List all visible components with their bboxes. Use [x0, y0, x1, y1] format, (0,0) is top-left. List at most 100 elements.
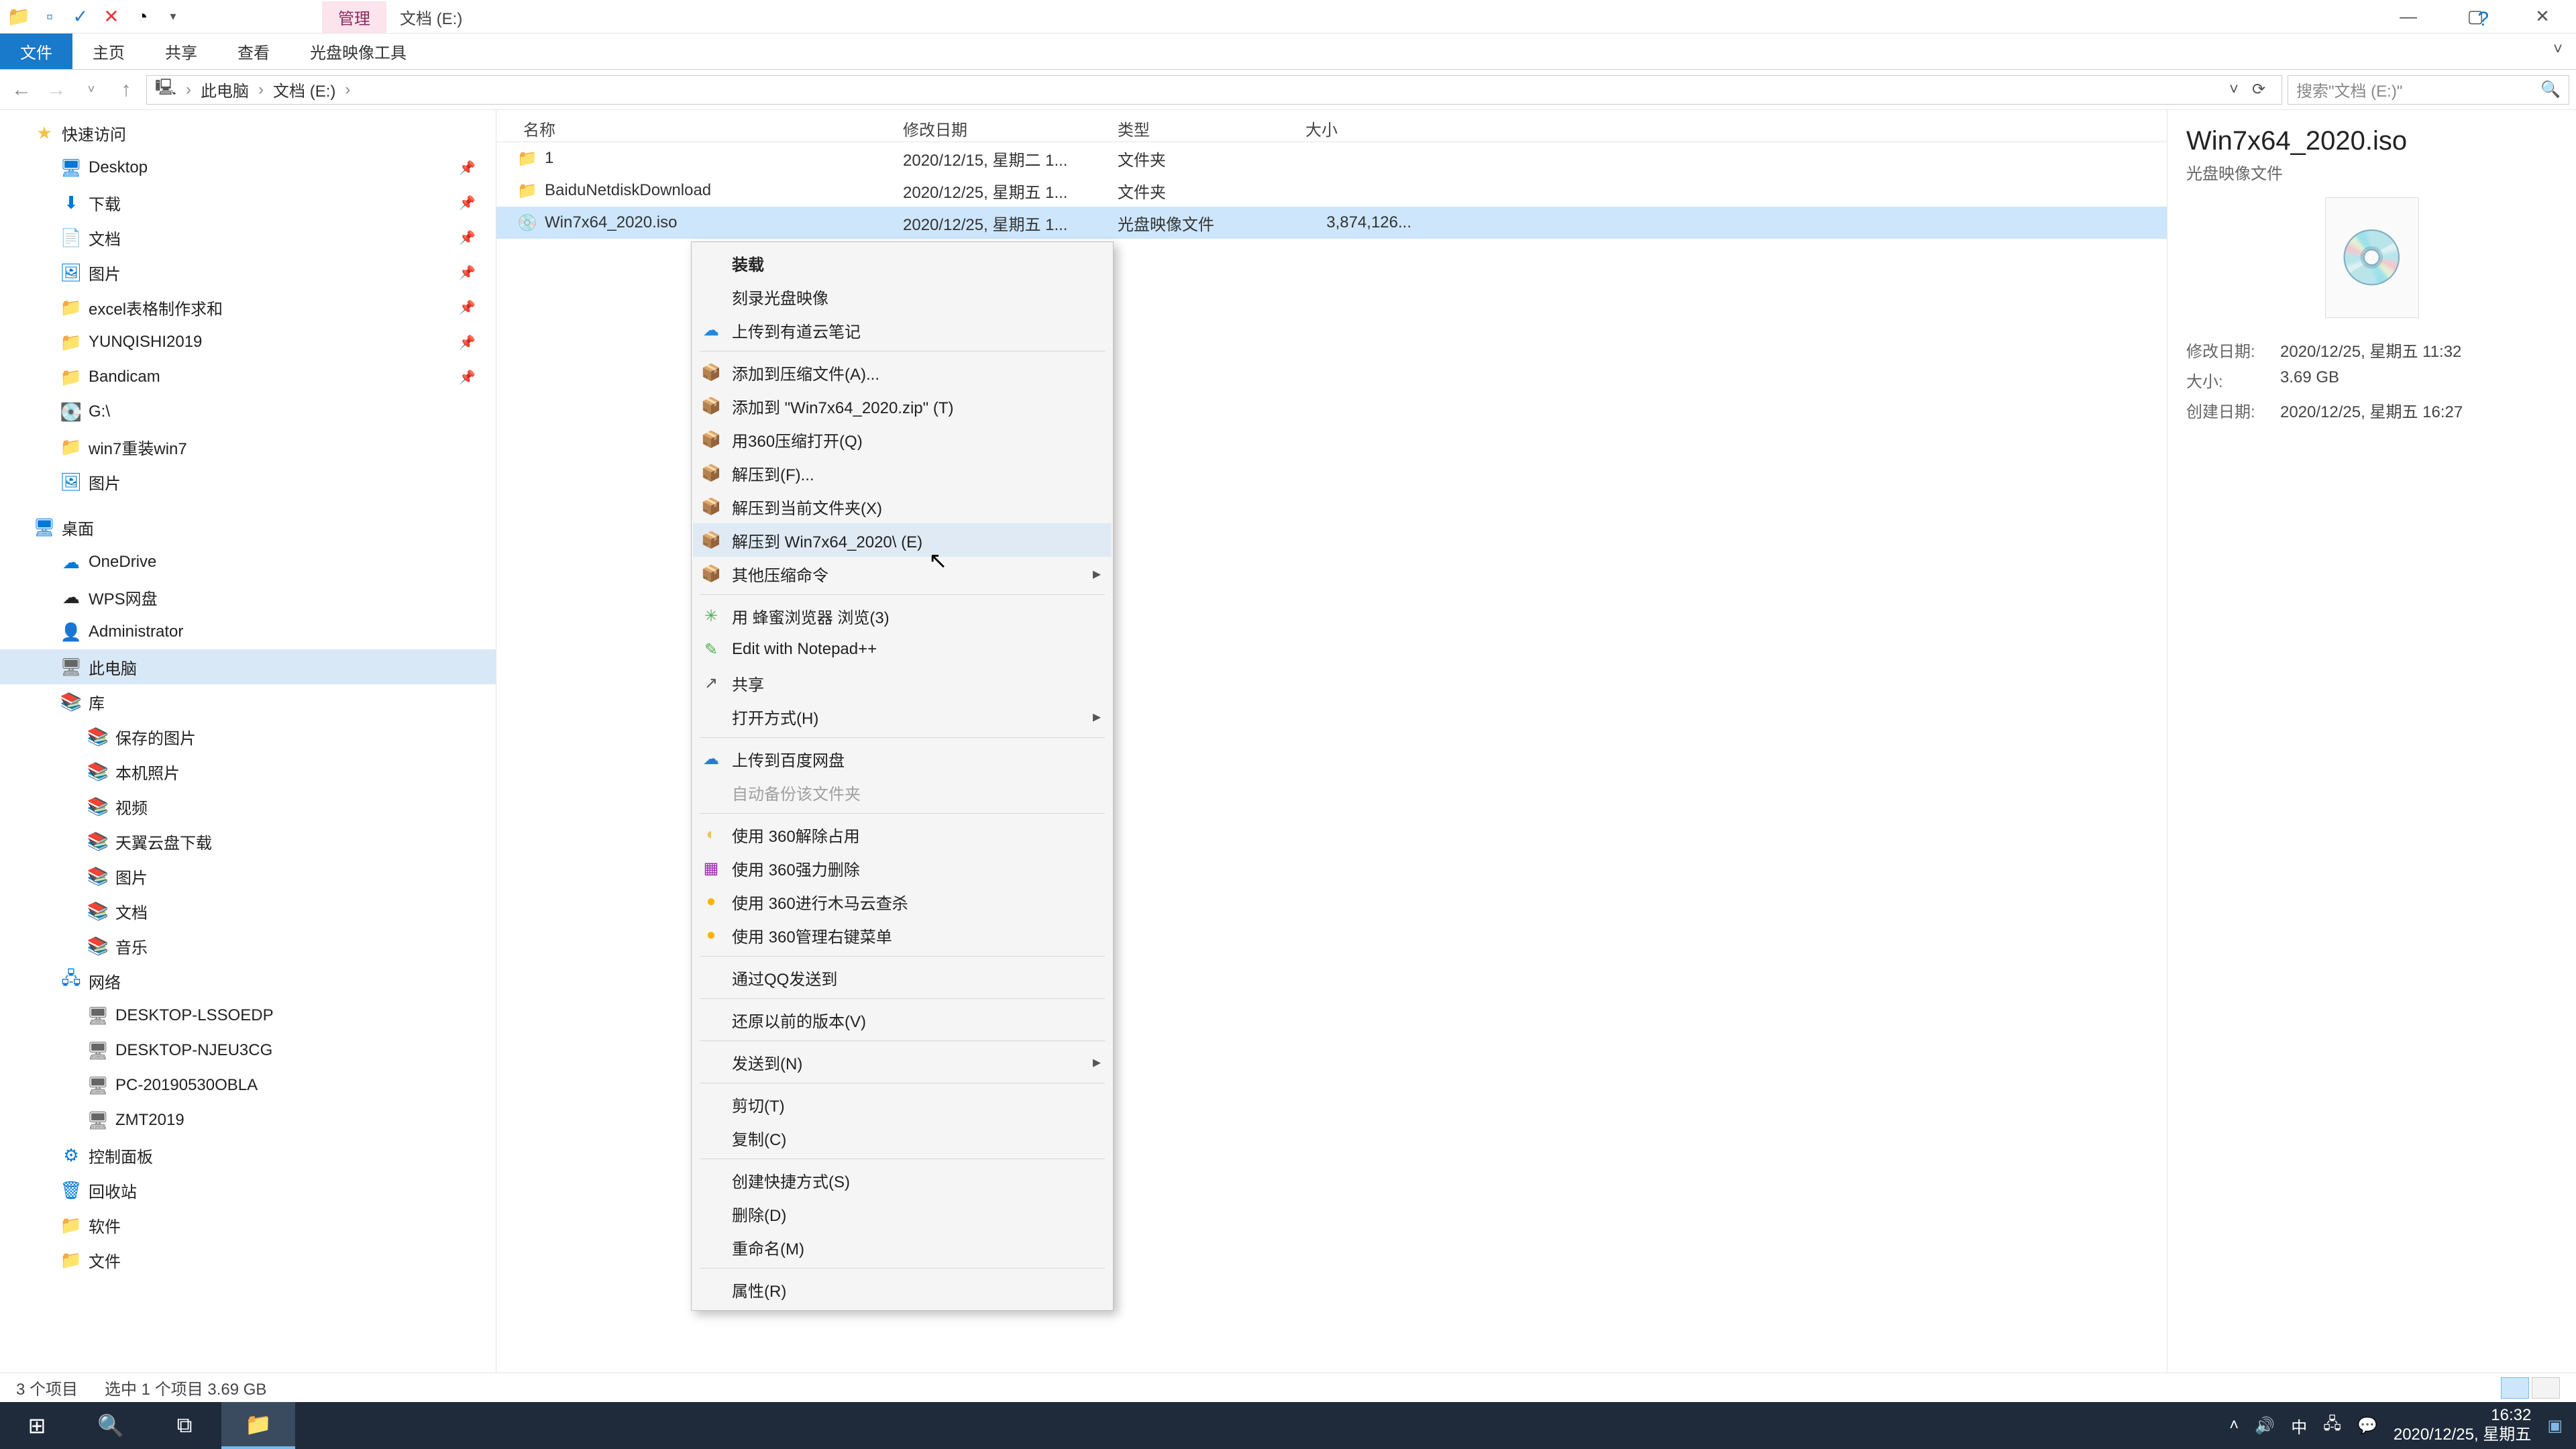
sidebar-item[interactable]: 🖼图片📌 [0, 255, 496, 290]
file-row[interactable]: 💿Win7x64_2020.iso2020/12/25, 星期五 1...光盘映… [496, 207, 2167, 239]
volume-icon[interactable]: 🔊 [2255, 1416, 2275, 1436]
sidebar-item[interactable]: 📚图片 [0, 859, 496, 894]
context-menu-item[interactable]: ↗共享 [693, 666, 1112, 700]
start-button[interactable]: ⊞ [0, 1402, 74, 1449]
col-size[interactable]: 大小 [1295, 110, 1422, 142]
context-menu-item[interactable]: 复制(C) [693, 1121, 1112, 1155]
tab-disc-image-tools[interactable]: 光盘映像工具 [290, 34, 427, 69]
network-tray-icon[interactable]: 🖧 [2323, 1412, 2341, 1440]
tray-extra-icon[interactable]: ▣ [2547, 1416, 2563, 1436]
ime-indicator[interactable]: 中 [2291, 1414, 2307, 1438]
context-menu-item[interactable]: ☁上传到有道云笔记 [693, 313, 1112, 347]
context-menu-item[interactable]: 📦添加到 "Win7x64_2020.zip" (T) [693, 389, 1112, 423]
sidebar-item[interactable]: 🖥ZMT2019 [0, 1103, 496, 1138]
col-name[interactable]: 名称 [496, 110, 892, 142]
properties-icon[interactable]: ◔ [130, 5, 154, 29]
forward-button[interactable]: → [42, 75, 71, 105]
sidebar-item[interactable]: 🖥DESKTOP-LSSOEDP [0, 998, 496, 1033]
breadcrumb[interactable]: 🖳 此电脑 文档 (E:) ˅ ⟳ [146, 75, 2282, 105]
sidebar-item[interactable]: 📚保存的图片 [0, 719, 496, 754]
breadcrumb-item[interactable]: 文档 (E:) [273, 78, 335, 101]
save-icon[interactable]: ▫ [38, 5, 62, 29]
help-icon[interactable]: ? [2477, 8, 2489, 31]
sidebar-item[interactable]: 📁win7重装win7 [0, 429, 496, 464]
tree-quick-access[interactable]: ★快速访问 [0, 115, 496, 150]
sidebar-item[interactable]: 🖥DESKTOP-NJEU3CG [0, 1033, 496, 1068]
context-menu-item[interactable]: ✎Edit with Notepad++ [693, 633, 1112, 666]
back-button[interactable]: ← [7, 75, 36, 105]
context-menu-item[interactable]: ●使用 360进行木马云查杀 [693, 885, 1112, 918]
sidebar-item[interactable]: 💽G:\ [0, 394, 496, 429]
context-menu-item[interactable]: ◐使用 360解除占用 [693, 818, 1112, 851]
sidebar-item[interactable]: 🖥此电脑 [0, 649, 496, 684]
up-button[interactable]: ↑ [111, 75, 141, 105]
context-menu-item[interactable]: ☁上传到百度网盘 [693, 742, 1112, 775]
search-button[interactable]: 🔍 [74, 1402, 148, 1449]
context-menu-item[interactable]: 打开方式(H)▸ [693, 700, 1112, 733]
context-menu-item[interactable]: 📦添加到压缩文件(A)... [693, 356, 1112, 389]
file-row[interactable]: 📁BaiduNetdiskDownload2020/12/25, 星期五 1..… [496, 174, 2167, 207]
tree-desktop[interactable]: 🖥桌面 [0, 510, 496, 545]
sidebar-item[interactable]: 🖥PC-20190530OBLA [0, 1068, 496, 1103]
sidebar-item[interactable]: 🖼图片 [0, 464, 496, 499]
maximize-button[interactable]: ▢ [2442, 0, 2509, 34]
context-menu-item[interactable]: 属性(R) [693, 1273, 1112, 1306]
context-menu-item[interactable]: ●使用 360管理右键菜单 [693, 918, 1112, 952]
context-menu-item[interactable]: 刻录光盘映像 [693, 280, 1112, 313]
context-menu-item[interactable]: 📦解压到当前文件夹(X) [693, 490, 1112, 523]
explorer-taskbar-button[interactable]: 📁 [221, 1402, 295, 1449]
ribbon-collapse-icon[interactable]: ˅ [2540, 34, 2576, 69]
taskbar-clock[interactable]: 16:32 2020/12/25, 星期五 [2394, 1406, 2531, 1445]
minimize-button[interactable]: ― [2375, 0, 2442, 34]
context-menu-item[interactable]: 删除(D) [693, 1197, 1112, 1230]
delete-icon[interactable]: ✕ [99, 5, 123, 29]
icons-view-button[interactable] [2532, 1377, 2560, 1399]
sidebar-item[interactable]: 🗑回收站 [0, 1173, 496, 1208]
sidebar-item[interactable]: 📄文档📌 [0, 220, 496, 255]
sidebar-item[interactable]: 🖥Desktop📌 [0, 150, 496, 185]
context-menu-item[interactable]: 还原以前的版本(V) [693, 1003, 1112, 1036]
context-menu-item[interactable]: ▦使用 360强力删除 [693, 851, 1112, 885]
sidebar-item[interactable]: 📁YUNQISHI2019📌 [0, 325, 496, 360]
context-menu-item[interactable]: 📦解压到 Win7x64_2020\ (E) [693, 523, 1112, 557]
context-menu-item[interactable]: ✳用 蜂蜜浏览器 浏览(3) [693, 599, 1112, 633]
sidebar-item[interactable]: 📁文件 [0, 1242, 496, 1277]
sidebar-item[interactable]: 📚文档 [0, 894, 496, 928]
sidebar-item[interactable]: 📚音乐 [0, 928, 496, 963]
tab-file[interactable]: 文件 [0, 34, 72, 69]
action-center-icon[interactable]: 💬 [2357, 1416, 2377, 1436]
col-date[interactable]: 修改日期 [892, 110, 1107, 142]
context-menu-item[interactable]: 装载 [693, 246, 1112, 280]
sidebar-item[interactable]: 📚库 [0, 684, 496, 719]
tree-network[interactable]: 🖧网络 [0, 963, 496, 998]
sidebar-item[interactable]: 📚视频 [0, 789, 496, 824]
breadcrumb-dropdown-icon[interactable]: ˅ [2229, 80, 2239, 99]
task-view-button[interactable]: ⧉ [148, 1402, 221, 1449]
qat-dropdown-icon[interactable]: ▾ [161, 5, 185, 29]
sidebar-item[interactable]: ⚙控制面板 [0, 1138, 496, 1173]
pin-icon[interactable]: ✓ [68, 5, 93, 29]
context-menu-item[interactable]: 创建快捷方式(S) [693, 1163, 1112, 1197]
tray-chevron-icon[interactable]: ˄ [2229, 1416, 2239, 1435]
breadcrumb-item[interactable]: 此电脑 [201, 78, 249, 101]
context-menu-item[interactable]: 发送到(N)▸ [693, 1045, 1112, 1079]
sidebar-item[interactable]: 📁excel表格制作求和📌 [0, 290, 496, 325]
tab-view[interactable]: 查看 [217, 34, 290, 69]
context-menu-item[interactable]: 📦其他压缩命令▸ [693, 557, 1112, 590]
sidebar-item[interactable]: 📁Bandicam📌 [0, 360, 496, 394]
context-menu-item[interactable]: 📦用360压缩打开(Q) [693, 423, 1112, 456]
sidebar-item[interactable]: 📚本机照片 [0, 754, 496, 789]
sidebar-item[interactable]: ☁OneDrive [0, 545, 496, 580]
sidebar-item[interactable]: ☁WPS网盘 [0, 580, 496, 614]
sidebar-item[interactable]: 📁软件 [0, 1208, 496, 1242]
refresh-button[interactable]: ⟳ [2244, 75, 2273, 105]
recent-dropdown[interactable]: ˅ [76, 75, 106, 105]
sidebar-item[interactable]: 📚天翼云盘下载 [0, 824, 496, 859]
context-menu-item[interactable]: 重命名(M) [693, 1230, 1112, 1264]
tab-home[interactable]: 主页 [72, 34, 145, 69]
sidebar-item[interactable]: 👤Administrator [0, 614, 496, 649]
tab-share[interactable]: 共享 [145, 34, 217, 69]
context-menu-item[interactable]: 通过QQ发送到 [693, 961, 1112, 994]
sidebar-item[interactable]: ⬇下载📌 [0, 185, 496, 220]
context-menu-item[interactable]: 📦解压到(F)... [693, 456, 1112, 490]
